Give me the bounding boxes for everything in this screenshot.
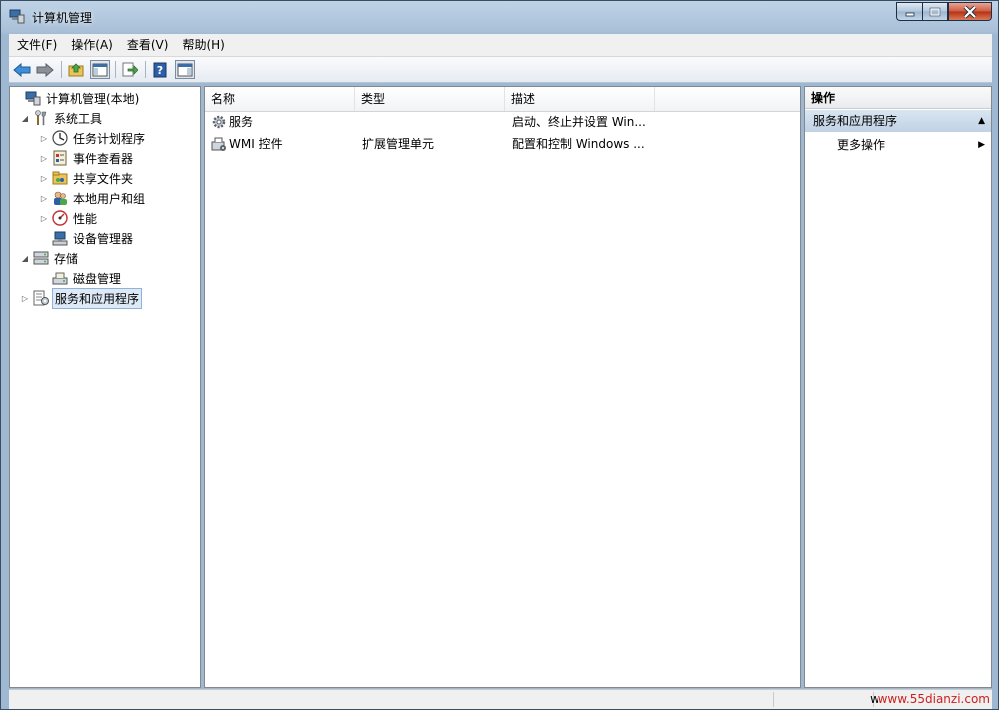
device-manager-icon	[52, 230, 68, 246]
show-hide-console-tree-icon	[92, 63, 108, 76]
forward-arrow-icon	[36, 62, 54, 77]
status-divider	[773, 692, 774, 707]
users-icon	[52, 190, 68, 206]
menu-action[interactable]: 操作(A)	[65, 35, 119, 55]
wmi-control-icon	[211, 136, 227, 152]
tree-item-computer-management[interactable]: 计算机管理(本地)	[12, 89, 141, 107]
actions-header: 操作	[805, 87, 991, 109]
toolbar: ?	[9, 57, 992, 83]
forward-button[interactable]	[35, 60, 55, 79]
row-type	[362, 111, 502, 133]
system-tools-icon	[33, 110, 49, 126]
tree-item-disk-management[interactable]: 磁盘管理	[39, 269, 123, 287]
toolbar-separator	[115, 61, 116, 78]
tree-item-device-manager[interactable]: 设备管理器	[39, 229, 135, 247]
row-description: 启动、终止并设置 Win...	[512, 115, 646, 129]
tree-item-storage[interactable]: ◢ 存储	[20, 249, 80, 267]
collapsed-triangle-icon[interactable]: ▷	[39, 214, 49, 223]
toolbar-separator	[61, 61, 62, 78]
performance-icon	[52, 210, 68, 226]
row-type: 扩展管理单元	[362, 137, 435, 151]
svg-text:?: ?	[157, 64, 163, 77]
list-header: 名称 类型 描述	[205, 87, 800, 112]
toolbar-separator	[145, 61, 146, 78]
submenu-arrow-icon: ▶	[978, 140, 985, 150]
disk-management-icon	[52, 270, 68, 286]
tree-item-task-scheduler[interactable]: ▷ 任务计划程序	[39, 129, 147, 147]
back-arrow-icon	[13, 62, 31, 77]
up-one-level-button[interactable]	[66, 60, 86, 79]
minimize-icon	[905, 12, 914, 16]
back-button[interactable]	[12, 60, 32, 79]
actions-pane: 操作 服务和应用程序 ▲ 更多操作 ▶	[804, 86, 992, 688]
watermark-text: www.55dianzi.com	[877, 692, 990, 706]
show-hide-console-tree-button[interactable]	[90, 60, 110, 79]
maximize-button[interactable]	[922, 2, 948, 21]
row-description: 配置和控制 Windows ...	[512, 137, 645, 151]
computer-management-icon	[9, 8, 25, 24]
collapse-triangle-icon[interactable]: ▲	[978, 110, 985, 132]
row-name: WMI 控件	[229, 137, 283, 151]
collapsed-triangle-icon[interactable]: ▷	[39, 174, 49, 183]
tree-item-event-viewer[interactable]: ▷ 事件查看器	[39, 149, 135, 167]
event-viewer-icon	[52, 150, 68, 166]
window-title: 计算机管理	[32, 11, 93, 25]
storage-icon	[33, 250, 49, 266]
computer-management-icon	[25, 90, 41, 106]
help-button[interactable]: ?	[150, 60, 170, 79]
collapsed-triangle-icon[interactable]: ▷	[39, 194, 49, 203]
tree-item-system-tools[interactable]: ◢ 系统工具	[20, 109, 104, 127]
expanded-triangle-icon[interactable]: ◢	[20, 114, 30, 123]
close-icon	[963, 5, 977, 18]
column-header-description[interactable]: 描述	[505, 87, 655, 111]
tree-item-performance[interactable]: ▷ 性能	[39, 209, 99, 227]
action-more-actions[interactable]: 更多操作 ▶	[805, 134, 991, 156]
shared-folder-icon	[52, 170, 68, 186]
column-header-type[interactable]: 类型	[355, 87, 505, 111]
maximize-icon	[929, 7, 941, 16]
clock-icon	[52, 130, 68, 146]
actions-section-services-applications[interactable]: 服务和应用程序 ▲	[805, 110, 991, 132]
computer-management-window: 计算机管理 文件(F) 操作(A) 查看(V) 帮助(H) ? 计算机管理(本地…	[0, 0, 999, 710]
help-icon: ?	[153, 62, 167, 77]
services-apps-icon	[33, 290, 49, 306]
close-button[interactable]	[948, 2, 992, 21]
up-folder-icon	[68, 63, 84, 77]
collapsed-triangle-icon[interactable]: ▷	[39, 134, 49, 143]
tree-item-shared-folders[interactable]: ▷ 共享文件夹	[39, 169, 135, 187]
menu-file[interactable]: 文件(F)	[11, 35, 63, 55]
collapsed-triangle-icon[interactable]: ▷	[20, 294, 30, 303]
console-tree[interactable]: 计算机管理(本地) ◢ 系统工具 ▷ 任务计划程序 ▷ 事件查看器 ▷ 共享文件…	[9, 86, 201, 688]
action-label: 更多操作	[837, 138, 886, 152]
export-list-icon	[122, 62, 138, 77]
details-list[interactable]: 名称 类型 描述 服务 启动、终止并设置 Win... WMI 控件 扩展管理单…	[204, 86, 801, 688]
list-row-services[interactable]: 服务 启动、终止并设置 Win...	[205, 111, 800, 133]
export-list-button[interactable]	[120, 60, 140, 79]
row-name: 服务	[229, 115, 254, 129]
menu-help[interactable]: 帮助(H)	[176, 35, 230, 55]
show-hide-action-pane-icon	[177, 63, 193, 76]
title-bar[interactable]: 计算机管理	[1, 1, 998, 31]
list-row-wmi-control[interactable]: WMI 控件 扩展管理单元 配置和控制 Windows ...	[205, 133, 800, 155]
gear-icon	[211, 114, 227, 130]
expanded-triangle-icon[interactable]: ◢	[20, 254, 30, 263]
show-hide-action-pane-button[interactable]	[175, 60, 195, 79]
menu-view[interactable]: 查看(V)	[121, 35, 175, 55]
actions-section-label: 服务和应用程序	[813, 114, 898, 128]
minimize-button[interactable]	[896, 2, 922, 21]
tree-item-local-users-groups[interactable]: ▷ 本地用户和组	[39, 189, 147, 207]
status-bar: w www.55dianzi.com	[9, 689, 992, 709]
collapsed-triangle-icon[interactable]: ▷	[39, 154, 49, 163]
column-header-name[interactable]: 名称	[205, 87, 355, 111]
tree-item-services-applications[interactable]: ▷ 服务和应用程序	[20, 287, 143, 309]
menu-bar: 文件(F) 操作(A) 查看(V) 帮助(H)	[9, 34, 992, 57]
